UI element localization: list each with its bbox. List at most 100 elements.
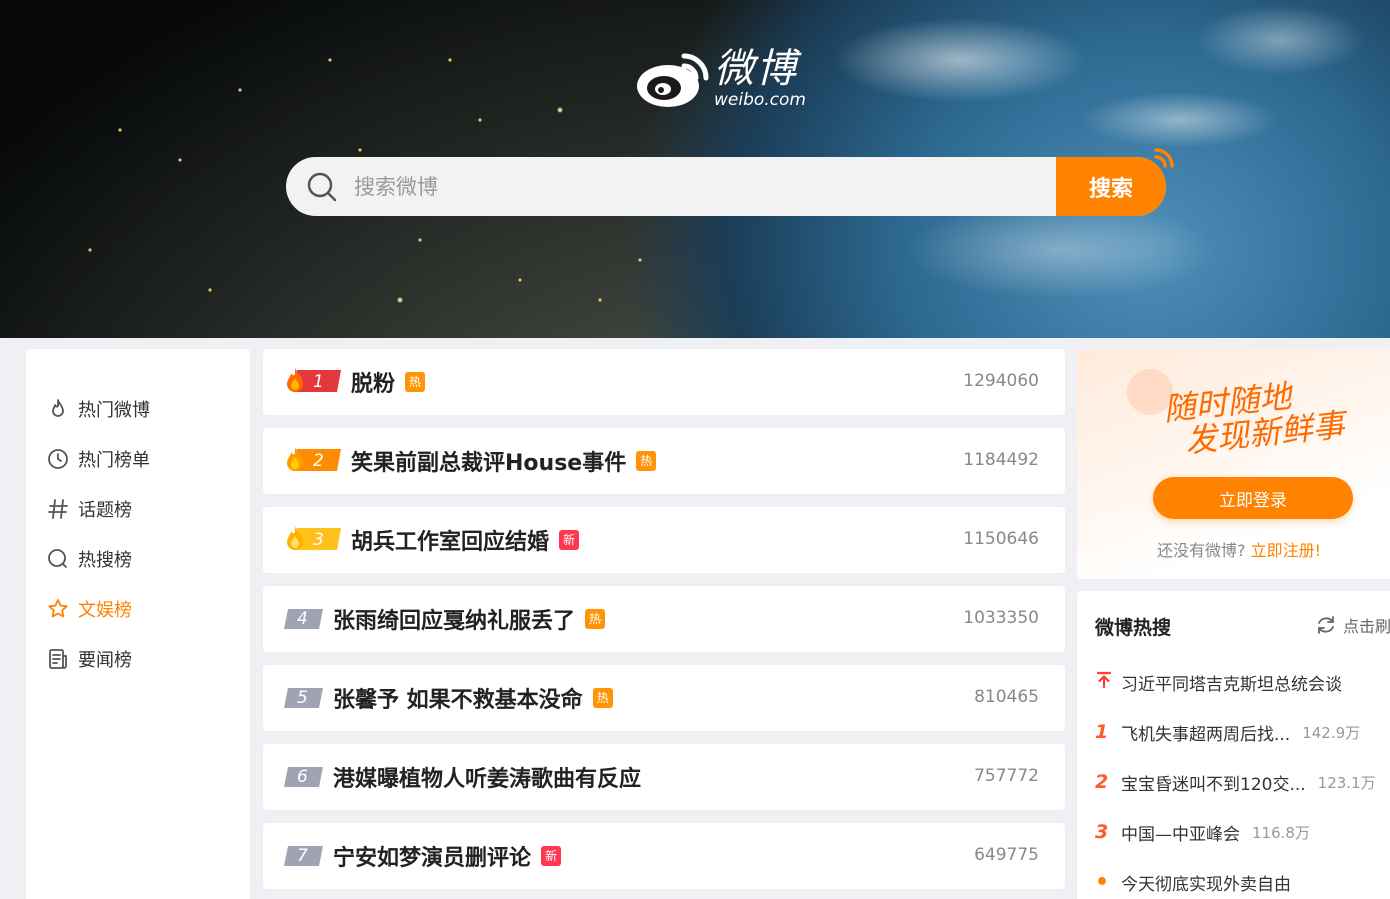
- rank-number: 4: [297, 609, 308, 629]
- ranking-item[interactable]: 5 张馨予 如果不救基本没命 热 810465: [263, 665, 1065, 731]
- slogan: 随时随地 发现新鲜事: [1162, 374, 1347, 460]
- sidebar-item-entertainment[interactable]: 文娱榜: [46, 594, 132, 624]
- bullet-icon: •: [1095, 869, 1110, 895]
- ranking-title: 胡兵工作室回应结婚 新: [351, 524, 580, 556]
- flame-rank-badge-icon: [287, 447, 341, 471]
- rank-number: 5: [297, 688, 308, 708]
- rank-number: 1: [313, 372, 324, 392]
- sidebar-item-label: 要闻榜: [78, 650, 132, 671]
- ranking-title: 港媒曝植物人听姜涛歌曲有反应: [333, 761, 641, 793]
- ranking-title: 脱粉 热: [351, 366, 426, 398]
- ranking-title: 张雨绮回应戛纳礼服丢了 热: [333, 603, 606, 635]
- sidebar-item-hot-search[interactable]: 热搜榜: [46, 544, 132, 574]
- sidebar: 热门微博 热门榜单 话题榜 热搜榜 文娱榜 要闻榜: [26, 349, 250, 899]
- hot-tag: 热: [592, 688, 613, 708]
- hot-search-title: 微博热搜: [1095, 617, 1172, 639]
- ranking-title-text: 张馨予 如果不救基本没命: [333, 688, 583, 713]
- ranking-item[interactable]: 1 脱粉 热 1294060: [263, 349, 1065, 415]
- flame-rank-badge-icon: [287, 368, 341, 392]
- ranking-item[interactable]: 6 港媒曝植物人听姜涛歌曲有反应 757772: [263, 744, 1065, 810]
- register-link[interactable]: 立即注册!: [1251, 541, 1321, 560]
- sidebar-item-label: 文娱榜: [78, 600, 132, 621]
- ranking-title: 笑果前副总裁评House事件 热: [351, 445, 657, 477]
- ranking-item[interactable]: 2 笑果前副总裁评House事件 热 1184492: [263, 428, 1065, 494]
- pin-top-icon: [1095, 671, 1121, 694]
- hot-search-text: 中国—中亚峰会: [1121, 824, 1240, 845]
- ranking-title-text: 宁安如梦演员删评论: [333, 846, 532, 871]
- sidebar-item-hot-list[interactable]: 热门榜单: [46, 444, 150, 474]
- rank-number: 6: [297, 767, 308, 787]
- sidebar-item-label: 热门微博: [78, 400, 150, 421]
- heat-count: 757772: [974, 766, 1039, 786]
- rank-number: 7: [297, 846, 308, 866]
- hot-tag: 热: [585, 609, 606, 629]
- search-circle-icon: [46, 547, 70, 571]
- ranking-title: 宁安如梦演员删评论 新: [333, 840, 562, 872]
- hot-search-item[interactable]: 习近平同塔吉克斯坦总统会谈: [1095, 669, 1342, 695]
- heat-count: 1033350: [963, 608, 1039, 628]
- sidebar-item-hot-weibo[interactable]: 热门微博: [46, 394, 150, 424]
- ranking-title-text: 笑果前副总裁评House事件: [351, 451, 627, 476]
- heat-count: 649775: [974, 845, 1039, 865]
- hashtag-icon: [46, 497, 70, 521]
- search-input[interactable]: [354, 157, 1054, 216]
- new-tag: 新: [541, 846, 562, 866]
- refresh-button[interactable]: 点击刷: [1315, 613, 1390, 637]
- hot-search-item[interactable]: 1 飞机失事超两周后找... 142.9万: [1095, 719, 1360, 745]
- signal-wave-icon: [1154, 148, 1174, 168]
- hot-search-text: 今天彻底实现外卖自由: [1121, 874, 1291, 895]
- hot-tag: 热: [405, 372, 426, 392]
- hot-search-panel: 微博热搜 点击刷 习近平同塔吉克斯坦总统会谈 1 飞机失事超两周后找... 14…: [1077, 591, 1390, 899]
- ranking-title-text: 张雨绮回应戛纳礼服丢了: [333, 609, 576, 634]
- ranking-title-text: 港媒曝植物人听姜涛歌曲有反应: [333, 767, 642, 792]
- heat-count: 810465: [974, 687, 1039, 707]
- sidebar-item-label: 热搜榜: [78, 550, 132, 571]
- login-button[interactable]: 立即登录: [1153, 477, 1353, 519]
- ranking-title: 张馨予 如果不救基本没命 热: [333, 682, 613, 714]
- hot-search-rank: 3: [1095, 821, 1109, 843]
- ranking-title-text: 脱粉: [351, 372, 396, 397]
- hot-tag: 热: [636, 451, 657, 471]
- refresh-label: 点击刷: [1343, 617, 1390, 636]
- no-account-text: 还没有微博?: [1157, 541, 1246, 560]
- login-card: 随时随地 发现新鲜事 立即登录 还没有微博? 立即注册!: [1077, 349, 1390, 579]
- sidebar-item-news[interactable]: 要闻榜: [46, 644, 132, 674]
- flame-rank-badge-icon: [287, 526, 341, 550]
- heat-count: 1184492: [963, 450, 1039, 470]
- hot-search-heat: 116.8万: [1252, 823, 1310, 842]
- hero-banner: 微博 weibo.com 搜索: [0, 0, 1390, 338]
- sidebar-item-label: 话题榜: [78, 500, 132, 521]
- hot-search-item[interactable]: 3 中国—中亚峰会 116.8万: [1095, 819, 1310, 845]
- sidebar-item-topics[interactable]: 话题榜: [46, 494, 132, 524]
- weibo-eye-icon: [637, 53, 709, 107]
- sidebar-item-label: 热门榜单: [78, 450, 150, 471]
- hot-search-text: 宝宝昏迷叫不到120交...: [1121, 774, 1306, 795]
- rank-number: 3: [313, 530, 324, 550]
- search-icon: [307, 172, 337, 202]
- hot-search-text: 飞机失事超两周后找...: [1121, 724, 1291, 745]
- hot-search-item[interactable]: 2 宝宝昏迷叫不到120交... 123.1万: [1095, 769, 1376, 795]
- ranking-title-text: 胡兵工作室回应结婚: [351, 530, 550, 555]
- hot-search-item[interactable]: • 今天彻底实现外卖自由: [1095, 869, 1291, 895]
- register-prompt: 还没有微博? 立即注册!: [1157, 537, 1321, 561]
- rank-number: 2: [313, 451, 324, 471]
- hot-search-rank: 1: [1095, 721, 1109, 743]
- ranking-item[interactable]: 4 张雨绮回应戛纳礼服丢了 热 1033350: [263, 586, 1065, 652]
- news-icon: [46, 647, 70, 671]
- hot-search-rank: 2: [1095, 771, 1109, 793]
- hot-search-text: 习近平同塔吉克斯坦总统会谈: [1121, 674, 1342, 695]
- heat-count: 1294060: [963, 371, 1039, 391]
- new-tag: 新: [559, 530, 580, 550]
- star-icon: [46, 597, 70, 621]
- clock-icon: [46, 447, 70, 471]
- heat-count: 1150646: [963, 529, 1039, 549]
- hot-search-heat: 123.1万: [1317, 773, 1376, 792]
- flame-outline-icon: [46, 397, 70, 421]
- hot-search-heat: 142.9万: [1302, 723, 1361, 742]
- weibo-logo[interactable]: 微博 weibo.com: [634, 48, 806, 110]
- ranking-item[interactable]: 3 胡兵工作室回应结婚 新 1150646: [263, 507, 1065, 573]
- logo-text-cn: 微博: [714, 46, 798, 92]
- search-bar: 搜索: [286, 157, 1166, 216]
- ranking-item[interactable]: 7 宁安如梦演员删评论 新 649775: [263, 823, 1065, 889]
- refresh-icon: [1318, 616, 1334, 634]
